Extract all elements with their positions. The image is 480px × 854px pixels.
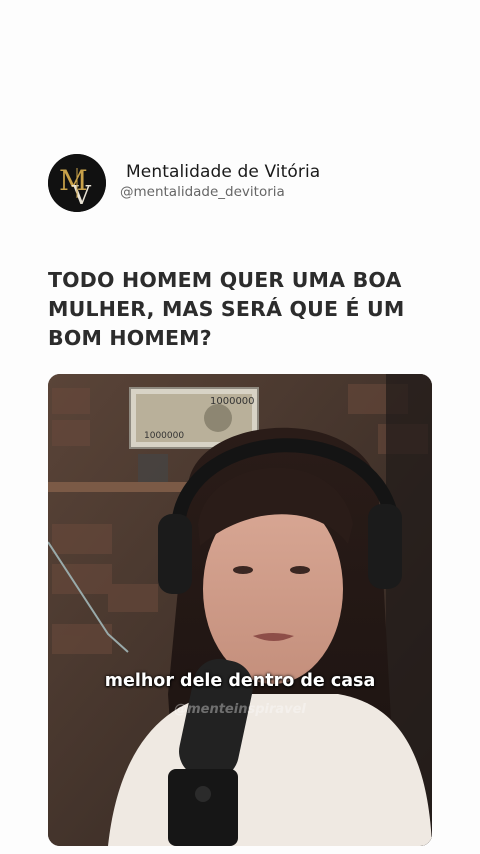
profile-header[interactable]: M V Mentalidade de Vitória @mentalidade_…: [48, 154, 448, 214]
avatar[interactable]: M V: [48, 154, 106, 212]
video-caption: melhor dele dentro de casa: [104, 671, 376, 691]
svg-text:V: V: [71, 181, 92, 211]
account-handle[interactable]: @mentalidade_devitoria: [120, 184, 285, 200]
mv-logo-icon: M V: [48, 154, 106, 212]
post-headline: TODO HOMEM QUER UMA BOA MULHER, MAS SERÁ…: [48, 268, 405, 350]
video-player[interactable]: 1000000 1000000 melhor dele dentro de ca…: [48, 374, 432, 846]
banknote-value-bottom: 1000000: [144, 431, 184, 441]
account-name[interactable]: Mentalidade de Vitória: [126, 162, 320, 182]
banknote-value-top: 1000000: [210, 396, 255, 407]
video-frame: 1000000 1000000: [48, 374, 432, 846]
video-watermark: @menteinspiravel: [174, 702, 306, 717]
